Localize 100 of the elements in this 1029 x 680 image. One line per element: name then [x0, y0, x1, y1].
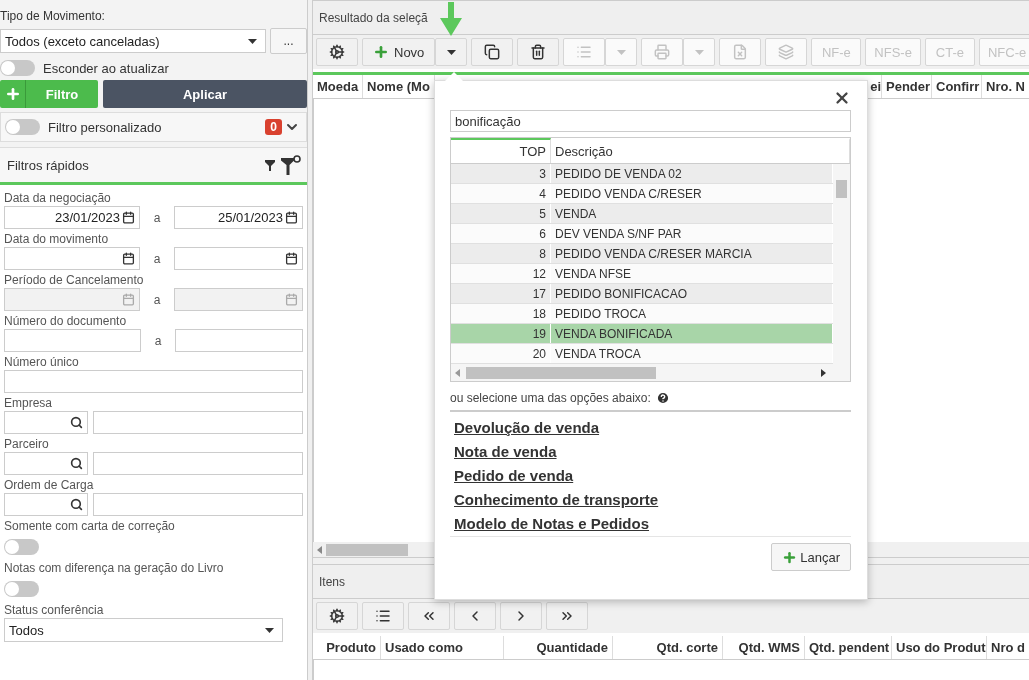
column-header[interactable]: Confirr	[932, 75, 982, 98]
name-field[interactable]	[93, 411, 303, 434]
scroll-right-icon[interactable]	[821, 368, 826, 377]
last-button[interactable]	[546, 602, 588, 630]
column-header[interactable]: Nro. N	[982, 75, 1029, 98]
toggle-switch[interactable]	[4, 581, 39, 597]
launch-button[interactable]: Lançar	[771, 543, 851, 571]
date-field[interactable]	[4, 247, 140, 270]
more-button[interactable]: ...	[270, 28, 307, 54]
delete-button[interactable]	[517, 38, 560, 66]
option-link[interactable]: Modelo de Notas e Pedidos	[454, 515, 650, 532]
toggle-label: Esconder ao atualizar	[43, 60, 169, 76]
date-field[interactable]	[174, 247, 303, 270]
document-icon	[732, 44, 749, 60]
new-button[interactable]: Novo	[362, 38, 436, 66]
table-row[interactable]: 20 VENDA TROCA	[451, 344, 833, 364]
search-field[interactable]: bonificação	[450, 110, 851, 132]
name-field[interactable]	[93, 452, 303, 475]
option-link[interactable]: Devolução de venda	[454, 419, 600, 436]
table-row[interactable]: 8 PEDIDO VENDA C/RESER MARCIA	[451, 244, 833, 264]
column-header[interactable]: Quantidade	[504, 636, 613, 659]
caret-icon	[694, 49, 704, 55]
date-field[interactable]: 23/01/2023	[4, 206, 140, 229]
field-label: Parceiro	[4, 437, 50, 451]
column-header[interactable]: Pender	[882, 75, 932, 98]
name-field[interactable]	[93, 493, 303, 516]
input-field[interactable]	[4, 329, 141, 352]
filter-clear-icon[interactable]	[281, 155, 301, 175]
pointer-arrow	[440, 2, 462, 36]
toggle-switch[interactable]	[5, 119, 40, 135]
column-header[interactable]: Qtd. pendent	[805, 636, 892, 659]
calendar-icon	[122, 211, 135, 224]
status-select[interactable]: Todos	[4, 618, 283, 642]
column-header[interactable]: Moeda	[313, 75, 363, 98]
copy-button[interactable]	[471, 38, 514, 66]
vertical-scrollbar[interactable]	[833, 164, 850, 364]
column-header[interactable]: Uso do Produt	[892, 636, 987, 659]
settings-icon	[329, 44, 345, 60]
panel-title: Resultado da seleçã	[313, 0, 1029, 35]
code-field[interactable]	[4, 411, 88, 434]
option-link[interactable]: Pedido de venda	[454, 467, 574, 484]
first-button[interactable]	[408, 602, 450, 630]
help-icon[interactable]	[655, 391, 670, 405]
table-cell: 8	[451, 244, 551, 263]
column-header[interactable]: Qtd. corte	[613, 636, 723, 659]
date-field[interactable]: 25/01/2023	[174, 206, 303, 229]
calendar-icon	[285, 293, 298, 306]
plus-icon	[782, 549, 798, 565]
table-row[interactable]: 5 VENDA	[451, 204, 833, 224]
field-label: Data da negociação	[4, 191, 112, 205]
caret-icon	[265, 627, 274, 633]
scroll-left-icon[interactable]	[317, 545, 322, 554]
input-field[interactable]	[175, 329, 303, 352]
column-header[interactable]: Usado como	[381, 636, 504, 659]
table-cell: 17	[451, 284, 551, 303]
caret-icon	[446, 49, 456, 55]
field-label: Somente com carta de correção	[4, 519, 176, 533]
table-row[interactable]: 17 PEDIDO BONIFICACAO	[451, 284, 833, 304]
movement-type-select[interactable]: Todos (exceto canceladas)	[0, 29, 266, 53]
settings-button[interactable]	[316, 602, 358, 630]
column-header[interactable]: Nro d	[987, 636, 1029, 659]
caret-icon	[616, 49, 626, 55]
option-link[interactable]: Conhecimento de transporte	[454, 491, 659, 508]
option-link[interactable]: Nota de venda	[454, 443, 557, 460]
field-label: Período de Cancelamento	[4, 273, 145, 287]
previous-button[interactable]	[454, 602, 496, 630]
filter-icon[interactable]	[265, 159, 275, 171]
table-row[interactable]: 3 PEDIDO DE VENDA 02	[451, 164, 833, 184]
table-cell: 20	[451, 344, 551, 363]
column-header[interactable]: Descrição	[551, 138, 850, 163]
toggle-switch[interactable]	[4, 539, 39, 555]
scrollbar-thumb[interactable]	[326, 543, 408, 556]
table-row[interactable]: 12 VENDA NFSE	[451, 264, 833, 284]
column-header[interactable]: Produto	[313, 636, 381, 659]
close-button[interactable]	[833, 89, 851, 107]
scroll-left-icon[interactable]	[455, 368, 460, 377]
table-cell: 12	[451, 264, 551, 283]
print-icon	[654, 44, 671, 60]
search-icon	[70, 498, 83, 511]
dropdown-button[interactable]	[435, 38, 468, 66]
code-field[interactable]	[4, 493, 88, 516]
scrollbar-thumb[interactable]	[466, 366, 656, 379]
table-row[interactable]: 19 VENDA BONIFICADA	[451, 324, 833, 344]
code-field[interactable]	[4, 452, 88, 475]
list-button[interactable]	[362, 602, 404, 630]
apply-button[interactable]: Aplicar	[103, 80, 307, 108]
table-row[interactable]: 18 PEDIDO TROCA	[451, 304, 833, 324]
input-field[interactable]	[4, 370, 303, 393]
range-separator: a	[152, 210, 162, 225]
caret-icon	[248, 38, 257, 44]
next-button[interactable]	[500, 602, 542, 630]
table-row[interactable]: 6 DEV VENDA S/NF PAR	[451, 224, 833, 244]
section-label: Tipo de Movimento:	[0, 8, 106, 25]
column-header[interactable]: Qtd. WMS	[723, 636, 805, 659]
settings-button[interactable]	[316, 38, 358, 66]
toggle-switch[interactable]	[0, 60, 35, 76]
table-cell: 18	[451, 304, 551, 323]
count-badge: 0	[265, 119, 282, 135]
table-row[interactable]: 4 PEDIDO VENDA C/RESER	[451, 184, 833, 204]
list-icon	[375, 608, 391, 624]
